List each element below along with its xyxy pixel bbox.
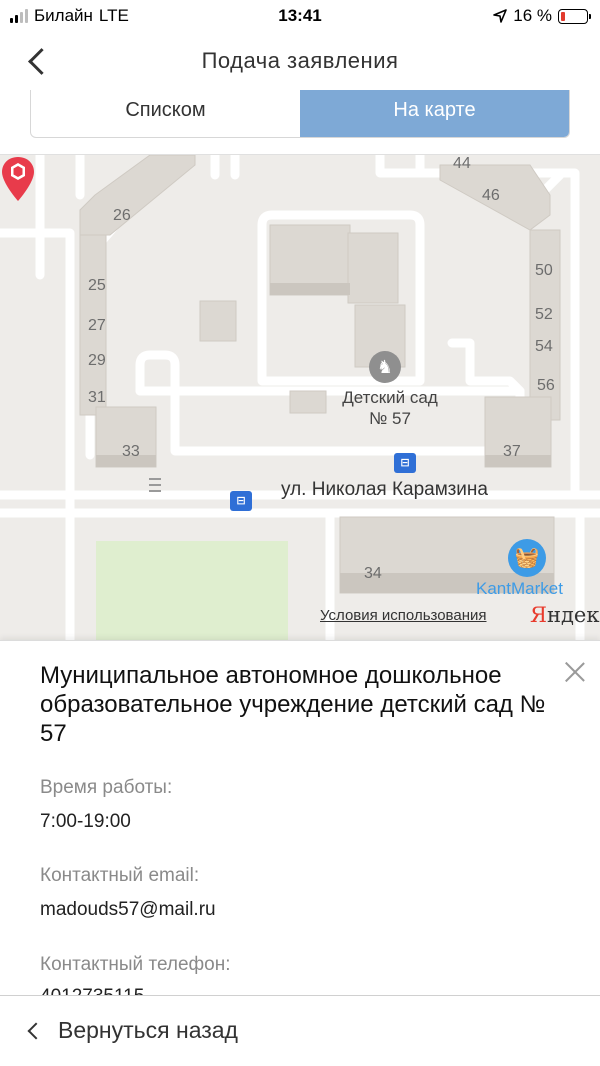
hours-label: Время работы:	[40, 777, 173, 798]
map-view[interactable]: 26 25 27 29 31 33 44 46 50 52 54 56 37 3…	[0, 154, 600, 640]
email-label: Контактный email:	[40, 865, 200, 886]
go-back-button[interactable]: Вернуться назад	[26, 1017, 238, 1044]
bus-stop-icon[interactable]: ⊟	[230, 491, 252, 511]
bus-stop-icon[interactable]: ⊟	[394, 453, 416, 473]
institution-card: Муниципальное автономное дошкольное обра…	[0, 640, 600, 995]
close-icon[interactable]	[562, 659, 588, 685]
terms-of-use-link[interactable]: Условия использования	[320, 607, 487, 624]
yandex-logo-rest: ндекс	[546, 603, 600, 627]
shop-label: KantMarket	[476, 579, 563, 598]
battery-info: 16 %	[493, 6, 591, 26]
kindergarten-icon: ♞	[369, 351, 401, 383]
view-mode-tabs: Списком На карте	[30, 90, 570, 138]
street-label: ул. Николая Карамзина	[281, 479, 488, 500]
header: Подача заявления	[0, 34, 600, 90]
poi-label: Детский сад № 57	[342, 388, 438, 428]
house-number: 33	[122, 443, 140, 460]
location-arrow-icon	[493, 9, 508, 23]
battery-icon	[558, 8, 591, 24]
house-number: 26	[113, 207, 131, 224]
yandex-logo: Яндекс	[530, 603, 600, 627]
institution-name: Муниципальное автономное дошкольное обра…	[40, 662, 546, 747]
house-number: 44	[453, 155, 471, 172]
house-number: 29	[88, 352, 106, 369]
house-number: 56	[537, 377, 555, 394]
house-number: 34	[364, 565, 382, 582]
footer: Вернуться назад	[0, 995, 600, 1066]
house-number: 25	[88, 277, 106, 294]
page-title: Подача заявления	[201, 48, 399, 73]
house-number: 31	[88, 389, 106, 406]
chevron-left-icon	[27, 1022, 45, 1039]
location-pin-icon[interactable]	[0, 155, 36, 203]
phone-label: Контактный телефон:	[40, 954, 231, 975]
battery-percent: 16 %	[513, 6, 552, 25]
phone-value[interactable]: 4012735115	[40, 986, 144, 995]
hours-value: 7:00-19:00	[40, 811, 131, 832]
go-back-label: Вернуться назад	[58, 1017, 238, 1043]
house-number: 37	[503, 443, 521, 460]
house-number: 50	[535, 262, 553, 279]
yandex-logo-first: Я	[530, 603, 547, 627]
shopping-basket-icon[interactable]: 🧺	[508, 539, 546, 577]
house-number: 54	[535, 338, 553, 355]
house-number: 46	[482, 187, 500, 204]
tab-map[interactable]: На карте	[300, 90, 569, 137]
email-value[interactable]: madouds57@mail.ru	[40, 899, 216, 921]
status-bar: Билайн LTE 13:41 16 %	[0, 0, 600, 34]
house-number: 52	[535, 306, 553, 323]
house-number: 27	[88, 317, 106, 334]
tab-list[interactable]: Списком	[31, 90, 300, 137]
